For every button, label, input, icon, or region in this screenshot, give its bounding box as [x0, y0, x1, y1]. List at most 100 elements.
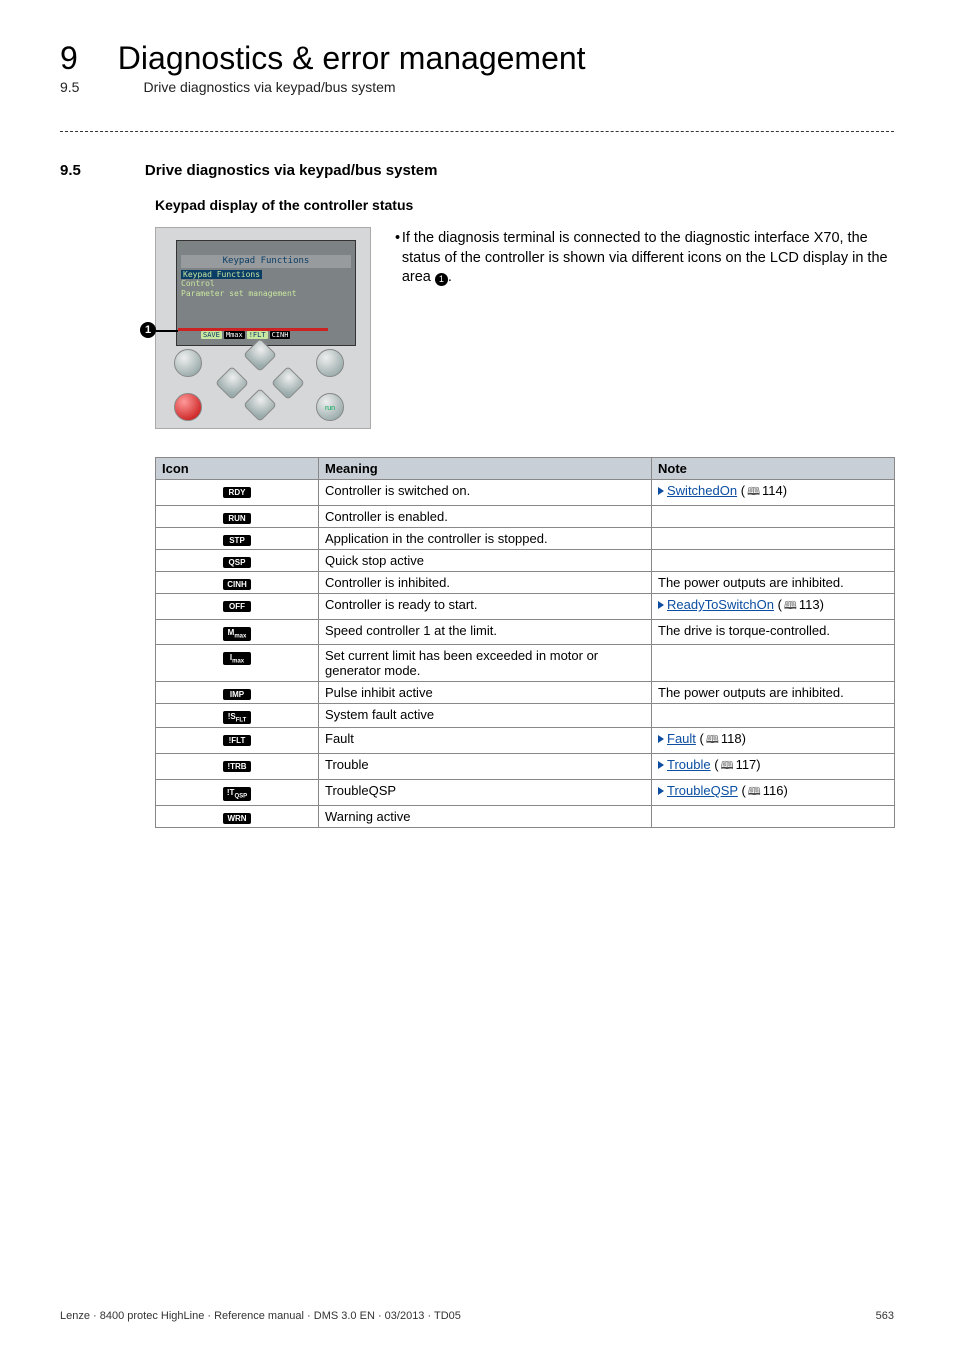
status-icon: RUN	[223, 513, 251, 524]
table-row: !TRBTroubleTrouble (117)	[156, 754, 895, 780]
chapter-number: 9	[60, 40, 78, 77]
run-label: run	[325, 405, 335, 412]
meaning-cell: Quick stop active	[319, 550, 652, 572]
triangle-icon	[658, 735, 664, 743]
subsection-number: 9.5	[60, 79, 79, 95]
icon-cell: Imax	[156, 644, 319, 681]
icon-cell: CINH	[156, 572, 319, 594]
table-row: !FLTFaultFault (118)	[156, 728, 895, 754]
note-cell: The drive is torque-controlled.	[652, 620, 895, 645]
meaning-cell: Controller is inhibited.	[319, 572, 652, 594]
meaning-cell: Controller is switched on.	[319, 480, 652, 506]
table-row: Imax Set current limit has been exceeded …	[156, 644, 895, 681]
status-icon: OFF	[223, 601, 251, 612]
status-icon: !SFLT	[223, 711, 251, 725]
book-icon	[719, 757, 736, 772]
status-icon: RDY	[223, 487, 251, 498]
status-flt: !FLT	[247, 331, 268, 339]
icon-cell: Mmax	[156, 620, 319, 645]
icon-cell: STP	[156, 528, 319, 550]
note-link[interactable]: ReadyToSwitchOn	[667, 597, 774, 612]
keypad-buttons: run	[156, 343, 370, 423]
book-icon	[782, 597, 799, 612]
note-link[interactable]: SwitchedOn	[667, 483, 737, 498]
page-ref: (114)	[741, 483, 787, 498]
icon-cell: !TQSP	[156, 780, 319, 806]
table-row: WRN Warning active	[156, 806, 895, 828]
note-cell: Trouble (117)	[652, 754, 895, 780]
note-cell: TroubleQSP (116)	[652, 780, 895, 806]
keypad-stop-button	[174, 393, 202, 421]
note-cell: SwitchedOn (114)	[652, 480, 895, 506]
book-icon	[704, 731, 721, 746]
status-icon: CINH	[223, 579, 251, 590]
status-icon: IMP	[223, 689, 251, 700]
status-icon: !TQSP	[223, 787, 251, 801]
callout-connector	[156, 330, 178, 332]
icons-table: Icon Meaning Note RDYController is switc…	[155, 457, 895, 828]
status-icon: QSP	[223, 557, 251, 568]
status-cinh: CINH	[270, 331, 291, 339]
section-title: Drive diagnostics via keypad/bus system	[145, 162, 438, 179]
table-row: RDY Controller is switched on.SwitchedOn …	[156, 480, 895, 506]
note-cell: The power outputs are inhibited.	[652, 681, 895, 703]
note-cell	[652, 506, 895, 528]
keypad-up-button	[243, 338, 277, 372]
meaning-cell: Controller is ready to start.	[319, 594, 652, 620]
keypad-button	[316, 349, 344, 377]
meaning-cell: System fault active	[319, 703, 652, 728]
status-icon: WRN	[223, 813, 251, 824]
chapter-title: Diagnostics & error management	[118, 40, 586, 77]
footer-left: Lenze · 8400 protec HighLine · Reference…	[60, 1310, 461, 1322]
keypad-left-button	[215, 366, 249, 400]
note-cell: The power outputs are inhibited.	[652, 572, 895, 594]
note-link[interactable]: TroubleQSP	[667, 783, 738, 798]
meaning-cell: Pulse inhibit active	[319, 681, 652, 703]
keypad-display-heading: Keypad display of the controller status	[155, 197, 894, 213]
bullet-dot: •	[395, 229, 402, 288]
status-icon: Mmax	[223, 627, 251, 641]
meaning-cell: Speed controller 1 at the limit.	[319, 620, 652, 645]
page-ref: (118)	[700, 731, 746, 746]
meaning-cell: Fault	[319, 728, 652, 754]
page-ref: (117)	[714, 757, 760, 772]
table-row: IMP Pulse inhibit activeThe power outputs…	[156, 681, 895, 703]
icon-cell: !SFLT	[156, 703, 319, 728]
divider	[60, 131, 894, 132]
triangle-icon	[658, 601, 664, 609]
meaning-cell: Warning active	[319, 806, 652, 828]
lcd-line-2: Control	[181, 279, 351, 289]
status-icon: !TRB	[223, 761, 251, 772]
th-icon: Icon	[156, 458, 319, 480]
meaning-cell: Trouble	[319, 754, 652, 780]
book-icon	[746, 783, 763, 798]
status-icon: Imax	[223, 652, 251, 666]
meaning-cell: TroubleQSP	[319, 780, 652, 806]
note-cell	[652, 644, 895, 681]
note-link[interactable]: Trouble	[667, 757, 711, 772]
note-cell: ReadyToSwitchOn (113)	[652, 594, 895, 620]
th-meaning: Meaning	[319, 458, 652, 480]
note-link[interactable]: Fault	[667, 731, 696, 746]
book-icon	[745, 483, 762, 498]
status-mmax: Mmax	[224, 331, 245, 339]
icon-cell: !FLT	[156, 728, 319, 754]
keypad-button	[174, 349, 202, 377]
icon-cell: QSP	[156, 550, 319, 572]
icon-cell: WRN	[156, 806, 319, 828]
callout-highlight-line	[178, 328, 328, 331]
bullet-text: If the diagnosis terminal is connected t…	[402, 229, 894, 288]
table-row: STPApplication in the controller is stop…	[156, 528, 895, 550]
meaning-cell: Set current limit has been exceeded in m…	[319, 644, 652, 681]
inline-callout-1: 1	[435, 273, 448, 286]
table-row: QSP Quick stop active	[156, 550, 895, 572]
meaning-cell: Controller is enabled.	[319, 506, 652, 528]
status-icon: STP	[223, 535, 251, 546]
subsection-title: Drive diagnostics via keypad/bus system	[143, 79, 395, 95]
table-row: RUN Controller is enabled.	[156, 506, 895, 528]
note-cell	[652, 528, 895, 550]
lcd-line-1: Keypad Functions	[181, 270, 262, 280]
keypad-image: Keypad Functions Keypad Functions Contro…	[155, 227, 371, 429]
keypad-right-button	[271, 366, 305, 400]
icon-cell: OFF	[156, 594, 319, 620]
